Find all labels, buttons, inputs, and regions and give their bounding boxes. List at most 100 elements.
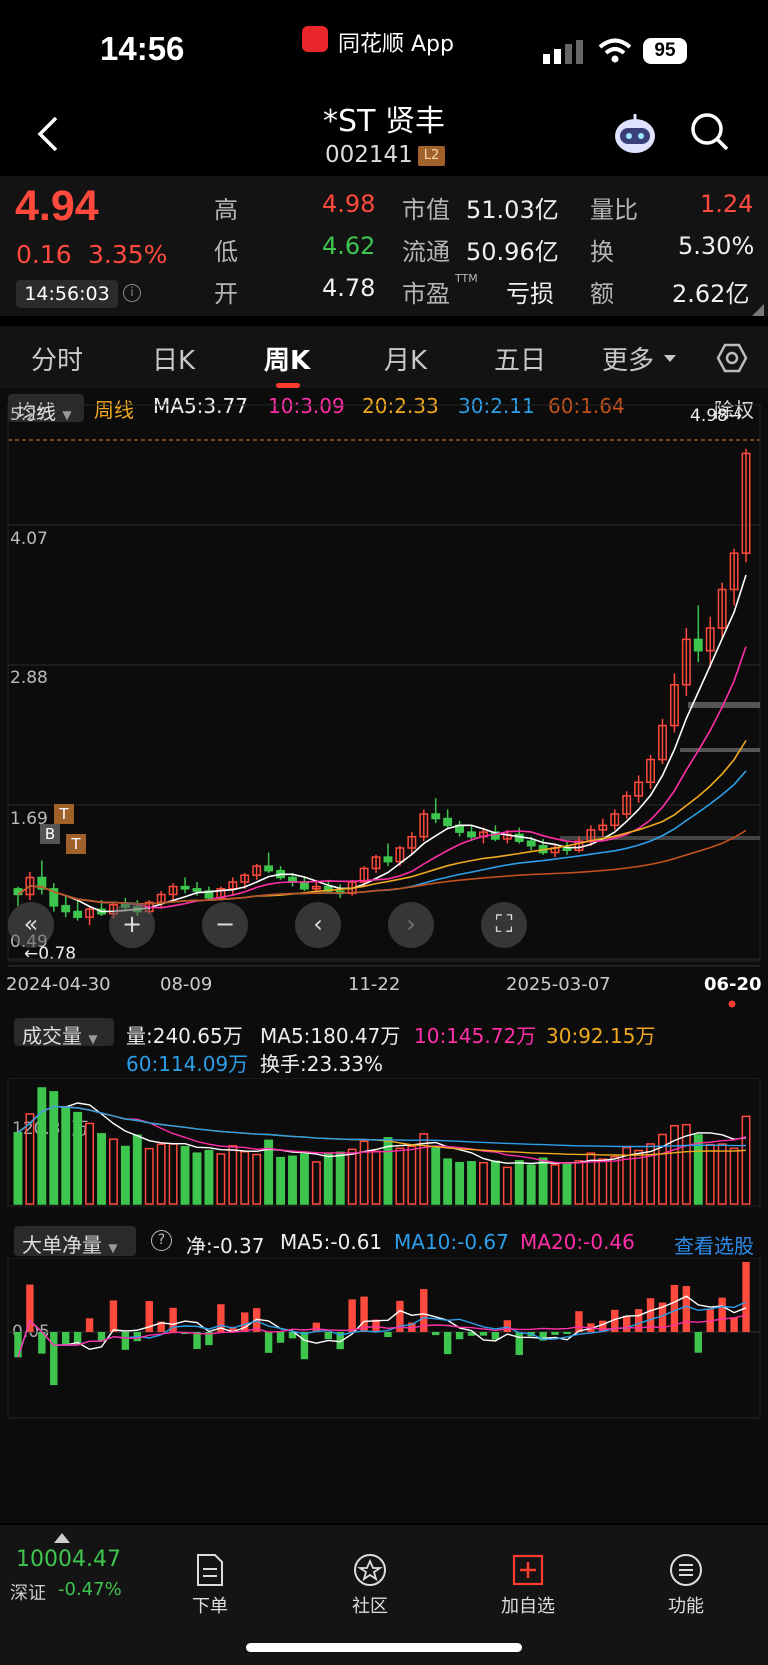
next-button[interactable]: › [388, 902, 434, 948]
tab-weekly-k[interactable]: 周K [264, 340, 310, 377]
menu-circle-icon [670, 1554, 702, 1586]
volume-bar [562, 1163, 572, 1205]
candle-body [467, 831, 476, 838]
order-label: 下单 [192, 1596, 228, 1617]
community-label: 社区 [352, 1596, 388, 1617]
ma60-line [17, 829, 747, 905]
volume-bar [467, 1161, 476, 1205]
amount: 2.62亿 [672, 280, 750, 308]
tab-daily-k[interactable]: 日K [152, 340, 195, 377]
tab-five-day[interactable]: 五日 [494, 340, 546, 377]
candle-body [192, 888, 202, 892]
flow-bar [479, 1332, 488, 1336]
volume-bar [311, 1161, 321, 1205]
community-button[interactable]: 社区 [320, 1553, 420, 1618]
vol-ma30: 30:92.15万 [546, 1024, 656, 1048]
status-bar: 14:56 同花顺 App 95 [0, 0, 768, 90]
volume-bar [741, 1115, 751, 1205]
amount-label: 额 [590, 280, 614, 308]
expand-corner-icon[interactable] [752, 304, 764, 316]
flow-bar [193, 1332, 201, 1350]
tab-intraday[interactable]: 分时 [31, 340, 83, 377]
volume-bar [646, 1143, 655, 1205]
flow-bar [348, 1299, 356, 1332]
dropdown-arrow-icon [664, 355, 676, 362]
wifi-icon [598, 38, 632, 63]
volume-bar [73, 1111, 83, 1205]
candle-body [431, 813, 441, 820]
volume-bar [705, 1143, 715, 1205]
functions-button[interactable]: 功能 [636, 1553, 736, 1618]
volume-bar [598, 1158, 608, 1205]
quote-time: 14:56:03 [16, 280, 118, 308]
flow-bar [85, 1318, 94, 1332]
price-change-pct: 3.35% [88, 240, 168, 269]
flow-bar [563, 1332, 571, 1334]
prev-button[interactable]: ‹ [295, 902, 341, 948]
flow-bar [50, 1332, 58, 1386]
volume-bar [109, 1138, 118, 1205]
flow-bar [455, 1332, 464, 1340]
float-value-label: 流通 [402, 238, 450, 266]
flow-indicator-dropdown[interactable]: 大单净量 ▼ [14, 1226, 136, 1257]
index-value[interactable]: 10004.47 [16, 1547, 121, 1572]
volume-bar [431, 1145, 441, 1205]
help-icon[interactable]: ? [151, 1230, 172, 1251]
volume-bar [717, 1143, 727, 1205]
big-order-chart[interactable] [0, 1258, 768, 1420]
flow-ma5: MA5:-0.61 [280, 1230, 383, 1254]
zoom-out-button[interactable]: − [202, 902, 248, 948]
add-watchlist-button[interactable]: 加自选 [478, 1553, 578, 1618]
volume-bar [299, 1153, 309, 1205]
view-stock-picks-link[interactable]: 查看选股 [674, 1230, 754, 1259]
volume-bar [335, 1151, 345, 1205]
settings-hex-icon[interactable] [716, 342, 748, 374]
volume-bar [192, 1152, 202, 1205]
flow-bar [432, 1332, 440, 1336]
flow-bar [26, 1284, 34, 1332]
tab-monthly-k[interactable]: 月K [384, 340, 427, 377]
high-value: 4.98 [322, 190, 376, 218]
flow-bar [742, 1262, 750, 1332]
turnover-label: 换 [590, 238, 614, 266]
buy-marker[interactable]: B [40, 824, 60, 844]
volume-ratio-label: 量比 [590, 196, 638, 224]
app-name: 同花顺 App [338, 32, 454, 57]
vol-ma10: 10:145.72万 [414, 1024, 537, 1048]
current-price: 4.94 [15, 182, 99, 230]
vol-turnover: 换手:23.33% [260, 1052, 383, 1076]
flow-bar [575, 1311, 583, 1332]
volume-bar [120, 1145, 130, 1205]
volume-bar [156, 1143, 166, 1205]
t-marker-2[interactable]: T [66, 834, 86, 854]
volume-bar [574, 1160, 584, 1205]
volume-indicator-dropdown[interactable]: 成交量 ▼ [14, 1018, 114, 1048]
flow-net: 净:-0.37 [186, 1234, 265, 1258]
pe-value: 亏损 [506, 280, 554, 308]
flow-bar [443, 1332, 452, 1355]
ma10-line [17, 646, 747, 909]
tab-more[interactable]: 更多 [602, 340, 654, 377]
fullscreen-button[interactable]: ⛶ [481, 902, 527, 948]
period-tabs: 分时 日K 周K 月K 五日 更多 [0, 326, 768, 388]
order-button[interactable]: 下单 [160, 1553, 260, 1618]
flow-bar [503, 1320, 512, 1332]
volume-bar [13, 1131, 23, 1205]
level2-badge[interactable]: L2 [418, 146, 445, 166]
zoom-in-button[interactable]: + [109, 902, 155, 948]
scroll-left-end-button[interactable]: « [8, 902, 54, 948]
volume-chart[interactable] [0, 1078, 768, 1208]
volume-bar [276, 1156, 285, 1205]
current-date-dot [728, 1000, 736, 1008]
volume-bar [252, 1153, 262, 1205]
info-icon[interactable]: i [123, 284, 141, 302]
volume-bar [610, 1156, 620, 1205]
vol-ma60: 60:114.09万 [126, 1052, 249, 1076]
flow-bar [324, 1332, 332, 1340]
date-label-3: 11-22 [348, 974, 401, 995]
t-marker-1[interactable]: T [54, 804, 74, 824]
volume-bar [204, 1149, 214, 1205]
vol-current: 量:240.65万 [126, 1024, 243, 1048]
robot-assistant-icon[interactable] [612, 112, 658, 156]
search-icon[interactable] [690, 112, 730, 152]
